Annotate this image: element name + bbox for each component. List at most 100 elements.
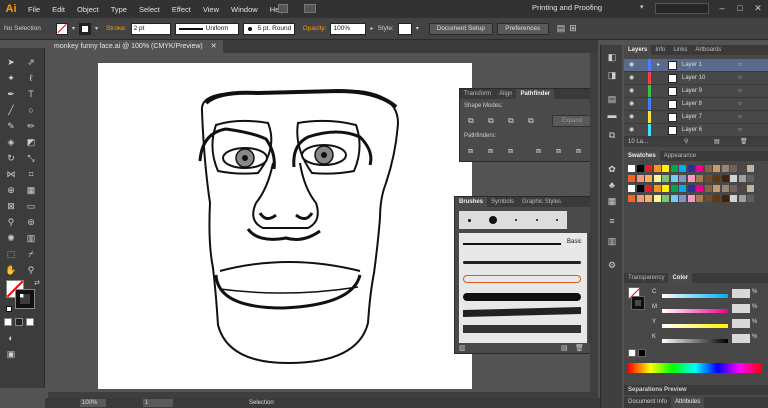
white-swatch[interactable]	[628, 349, 636, 357]
ellipse-tool-icon[interactable]: ○	[24, 104, 38, 116]
stroke-weight-field[interactable]: 2 pt	[130, 22, 171, 35]
eye-icon[interactable]: ◉	[629, 124, 634, 136]
rotate-icon[interactable]: ↻	[4, 152, 18, 164]
brush-tip[interactable]	[555, 219, 558, 221]
color-spectrum[interactable]	[628, 363, 762, 373]
brush-ink[interactable]	[463, 293, 581, 301]
color-swatch[interactable]	[721, 185, 729, 192]
trash-icon[interactable]: 🗑	[740, 137, 748, 147]
menu-object[interactable]: Object	[71, 5, 105, 14]
color-swatch[interactable]	[628, 175, 635, 182]
color-swatch[interactable]	[738, 165, 746, 172]
color-swatch[interactable]	[636, 195, 644, 202]
chevron-right-icon[interactable]: ▸	[657, 59, 660, 71]
chevron-right-icon[interactable]: ▸	[370, 25, 373, 32]
slider-track[interactable]	[662, 294, 728, 298]
draw-normal-icon[interactable]: ◐	[4, 332, 18, 344]
color-swatch[interactable]	[738, 195, 746, 202]
slider-y[interactable]: Y %	[652, 319, 768, 331]
color-swatch[interactable]	[730, 165, 737, 172]
color-swatch[interactable]	[687, 165, 695, 172]
preferences-button[interactable]: Preferences	[496, 22, 549, 35]
minimize-icon[interactable]: –	[716, 2, 728, 14]
slider-track[interactable]	[662, 339, 728, 343]
gradient-tool-icon[interactable]: ▭	[24, 200, 38, 212]
color-swatch[interactable]	[704, 175, 712, 182]
zoom-tool-icon[interactable]: ⚲	[24, 264, 38, 276]
slice-tool-icon[interactable]: ⌿	[24, 248, 38, 260]
color-swatch[interactable]	[738, 175, 746, 182]
value-field[interactable]	[732, 334, 750, 343]
color-swatch[interactable]	[679, 185, 686, 192]
layer-row[interactable]: ◉ Layer 7 ○	[624, 111, 768, 124]
symbols-icon[interactable]: ♣	[605, 179, 619, 191]
color-swatch[interactable]	[636, 165, 644, 172]
color-swatch[interactable]	[696, 175, 703, 182]
color-stroke-swatch[interactable]	[631, 296, 645, 310]
value-field[interactable]	[732, 319, 750, 328]
tab-attributes[interactable]: Attributes	[671, 397, 705, 408]
tab-artboards[interactable]: Artboards	[691, 45, 725, 55]
current-tool-status[interactable]: Selection	[249, 398, 274, 408]
brushes-icon[interactable]: ✿	[605, 163, 619, 175]
bridge-icon[interactable]	[278, 4, 288, 13]
color-swatch[interactable]	[679, 175, 686, 182]
tab-pathfinder[interactable]: Pathfinder	[516, 89, 555, 99]
artboards-icon[interactable]: ▤	[605, 93, 619, 105]
color-swatch[interactable]	[653, 165, 661, 172]
tab-layers[interactable]: Layers	[624, 45, 652, 55]
workspace-switcher[interactable]: Printing and Proofing	[532, 3, 602, 12]
artboard-tool-icon[interactable]: ⬚	[4, 248, 18, 260]
color-swatch[interactable]	[645, 175, 652, 182]
eye-icon[interactable]: ◉	[629, 59, 634, 71]
stroke-swatch[interactable]	[15, 289, 35, 309]
brush-tip[interactable]	[489, 216, 498, 224]
lasso-icon[interactable]: ℓ	[24, 72, 38, 84]
none-mode-icon[interactable]	[26, 318, 34, 326]
slider-k[interactable]: K %	[652, 334, 768, 346]
color-swatch[interactable]	[704, 195, 712, 202]
value-field[interactable]	[732, 304, 750, 313]
perspective-grid-icon[interactable]: ▦	[24, 184, 38, 196]
tab-swatches[interactable]: Swatches	[624, 151, 660, 161]
brush-tip[interactable]	[468, 218, 472, 222]
eraser-icon[interactable]: ◩	[24, 136, 38, 148]
color-swatch[interactable]	[645, 195, 652, 202]
outline-icon[interactable]: ⧈	[556, 146, 561, 156]
eye-icon[interactable]: ◉	[629, 98, 634, 110]
layer-row[interactable]: ◉ Layer 10 ○	[624, 72, 768, 85]
color-swatch[interactable]	[662, 185, 669, 192]
menu-effect[interactable]: Effect	[166, 5, 197, 14]
brush-tip[interactable]	[535, 219, 538, 221]
transform-icon[interactable]: ⚙	[605, 259, 619, 271]
tab-links[interactable]: Links	[669, 45, 691, 55]
artboard[interactable]	[98, 63, 472, 389]
tab-info[interactable]: Info	[651, 45, 669, 55]
color-swatch[interactable]	[645, 185, 652, 192]
color-swatch[interactable]	[628, 185, 635, 192]
free-transform-icon[interactable]: ⌗	[24, 168, 38, 180]
width-tool-icon[interactable]: ⋈	[4, 168, 18, 180]
hand-tool-icon[interactable]: ✋	[4, 264, 18, 276]
pen-tool-icon[interactable]: ✒	[4, 88, 18, 100]
eye-icon[interactable]: ◉	[629, 111, 634, 123]
color-swatch[interactable]	[662, 165, 669, 172]
color-swatch[interactable]	[653, 175, 661, 182]
color-swatch[interactable]	[696, 185, 703, 192]
vertical-scrollbar[interactable]	[590, 53, 598, 398]
color-swatch[interactable]	[747, 195, 754, 202]
color-swatch[interactable]	[670, 175, 678, 182]
unite-icon[interactable]: ⧉	[468, 116, 474, 126]
pathfinder-icon[interactable]: ⧉	[605, 129, 619, 141]
color-swatch[interactable]	[628, 195, 635, 202]
color-swatch[interactable]	[713, 165, 720, 172]
opacity-label[interactable]: Opacity:	[303, 25, 327, 32]
variable-width-profile[interactable]: Uniform	[174, 22, 239, 35]
slider-track[interactable]	[662, 324, 728, 328]
eyedropper-icon[interactable]: ⚲	[4, 216, 18, 228]
color-swatch[interactable]	[687, 185, 695, 192]
brush-tip[interactable]	[515, 219, 518, 221]
target-icon[interactable]: ○	[738, 59, 742, 71]
slider-m[interactable]: M %	[652, 304, 768, 316]
color-swatch[interactable]	[747, 175, 754, 182]
